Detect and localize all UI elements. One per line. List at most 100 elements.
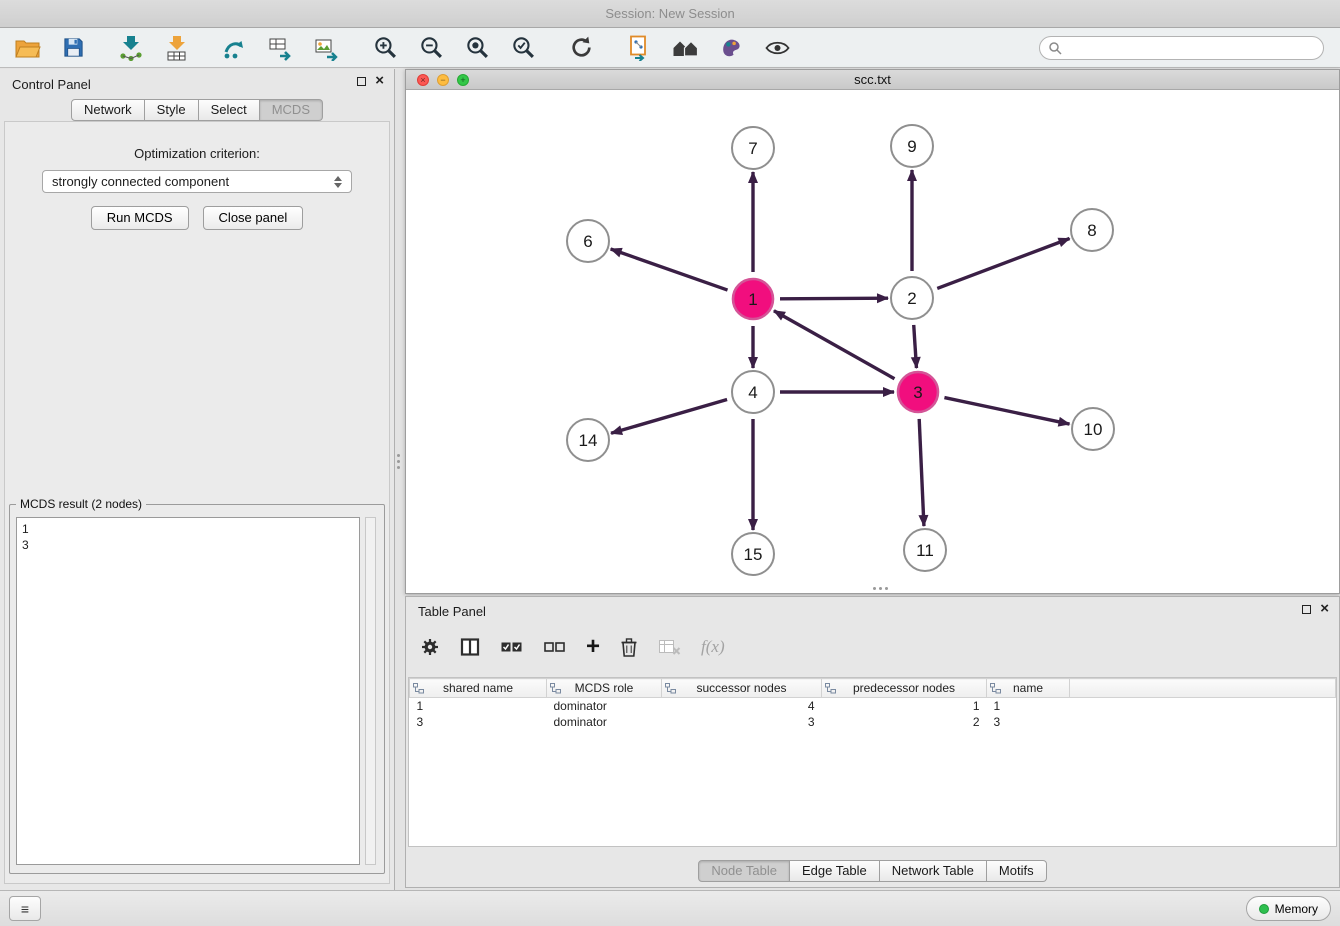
zoom-out-button[interactable] — [414, 32, 448, 64]
import-table-button[interactable] — [160, 32, 194, 64]
tab-network[interactable]: Network — [71, 99, 145, 121]
node-11[interactable]: 11 — [904, 529, 946, 571]
table-row[interactable]: 1dominator411 — [410, 698, 1336, 714]
network-window-titlebar[interactable]: × − + scc.txt — [406, 70, 1339, 90]
edge-3-10[interactable] — [944, 398, 1069, 424]
close-table-panel-icon[interactable]: × — [1320, 604, 1329, 614]
node-8[interactable]: 8 — [1071, 209, 1113, 251]
float-panel-icon[interactable] — [357, 77, 366, 86]
optimization-criterion-select[interactable]: strongly connected component — [42, 170, 352, 193]
table-cell: 3 — [987, 714, 1070, 730]
export-table-icon — [268, 35, 294, 61]
column-header-shared-name[interactable]: shared name — [410, 679, 547, 698]
zoom-in-button[interactable] — [368, 32, 402, 64]
edge-3-1[interactable] — [774, 311, 895, 379]
column-options-icon[interactable] — [825, 683, 836, 697]
column-header-mcds-role[interactable]: MCDS role — [547, 679, 662, 698]
new-network-from-selection-button[interactable] — [218, 32, 252, 64]
column-options-icon[interactable] — [413, 683, 424, 697]
minimize-window-icon[interactable]: − — [437, 74, 449, 86]
column-options-icon[interactable] — [990, 683, 1001, 697]
search-input[interactable] — [1067, 41, 1315, 55]
home-button[interactable] — [668, 32, 702, 64]
node-4[interactable]: 4 — [732, 371, 774, 413]
column-options-icon[interactable] — [550, 683, 561, 697]
edge-4-14[interactable] — [611, 400, 727, 434]
close-window-icon[interactable]: × — [417, 74, 429, 86]
refresh-view-button[interactable] — [564, 32, 598, 64]
node-7[interactable]: 7 — [732, 127, 774, 169]
tab-network-table[interactable]: Network Table — [880, 860, 987, 882]
table-row[interactable]: 3dominator323 — [410, 714, 1336, 730]
delete-row-button[interactable] — [620, 637, 638, 658]
network-window-title: scc.txt — [854, 72, 891, 87]
node-3[interactable]: 3 — [898, 372, 938, 412]
tab-select[interactable]: Select — [199, 99, 260, 121]
edge-2-3[interactable] — [914, 325, 917, 368]
zoom-fit-icon — [465, 35, 490, 60]
node-15[interactable]: 15 — [732, 533, 774, 575]
node-9[interactable]: 9 — [891, 125, 933, 167]
select-all-columns-button[interactable] — [500, 639, 523, 655]
dropdown-arrows-icon — [334, 176, 342, 188]
table-settings-button[interactable] — [420, 637, 440, 657]
mcds-result-list[interactable]: 1 3 — [16, 517, 360, 865]
node-14[interactable]: 14 — [567, 419, 609, 461]
column-header-name[interactable]: name — [987, 679, 1070, 698]
node-table-grid: shared nameMCDS rolesuccessor nodesprede… — [409, 678, 1336, 730]
panel-splitter-grip[interactable] — [397, 454, 400, 457]
tab-motifs[interactable]: Motifs — [987, 860, 1047, 882]
svg-text:8: 8 — [1087, 221, 1096, 240]
edge-1-2[interactable] — [780, 298, 888, 299]
export-image-button[interactable] — [310, 32, 344, 64]
close-panel-button[interactable]: Close panel — [203, 206, 304, 230]
open-session-button[interactable] — [10, 32, 44, 64]
deselect-all-columns-button[interactable] — [543, 639, 566, 655]
close-panel-icon[interactable]: × — [375, 76, 384, 86]
node-10[interactable]: 10 — [1072, 408, 1114, 450]
svg-text:3: 3 — [913, 383, 922, 402]
mcds-result-group: MCDS result (2 nodes) 1 3 — [9, 497, 385, 874]
zoom-in-icon — [373, 35, 398, 60]
refresh-icon — [569, 35, 594, 60]
column-layout-button[interactable] — [460, 637, 480, 657]
table-cell: dominator — [547, 714, 662, 730]
node-2[interactable]: 2 — [891, 277, 933, 319]
add-row-button[interactable]: + — [586, 637, 600, 657]
export-network-button[interactable] — [622, 32, 656, 64]
edge-3-11[interactable] — [919, 419, 924, 526]
tab-edge-table[interactable]: Edge Table — [790, 860, 880, 882]
tab-mcds[interactable]: MCDS — [260, 99, 323, 121]
column-header-predecessor-nodes[interactable]: predecessor nodes — [822, 679, 987, 698]
save-session-button[interactable] — [56, 32, 90, 64]
status-bar: ≡ Memory — [0, 890, 1340, 926]
result-scrollbar[interactable] — [365, 517, 376, 865]
apply-style-button[interactable] — [714, 32, 748, 64]
zoom-fit-button[interactable] — [460, 32, 494, 64]
show-panel-menu-button[interactable]: ≡ — [9, 896, 41, 921]
show-graphics-details-button[interactable] — [760, 32, 794, 64]
window-titlebar[interactable]: Session: New Session — [0, 0, 1340, 28]
column-header-filler — [1070, 679, 1336, 698]
table-cell: 2 — [822, 714, 987, 730]
tab-node-table[interactable]: Node Table — [698, 860, 790, 882]
maximize-window-icon[interactable]: + — [457, 74, 469, 86]
import-network-button[interactable] — [114, 32, 148, 64]
network-canvas[interactable]: 7 9 6 8 1 2 4 3 14 10 15 11 — [406, 90, 1339, 593]
tab-style[interactable]: Style — [145, 99, 199, 121]
memory-button[interactable]: Memory — [1246, 896, 1331, 921]
node-6[interactable]: 6 — [567, 220, 609, 262]
node-1[interactable]: 1 — [733, 279, 773, 319]
column-options-icon[interactable] — [665, 683, 676, 697]
control-panel-tabs: Network Style Select MCDS — [0, 99, 394, 121]
edge-2-8[interactable] — [937, 238, 1069, 288]
column-header-successor-nodes[interactable]: successor nodes — [662, 679, 822, 698]
zoom-out-icon — [419, 35, 444, 60]
edge-1-6[interactable] — [611, 249, 728, 290]
run-mcds-button[interactable]: Run MCDS — [91, 206, 189, 230]
window-resize-grip[interactable] — [873, 587, 876, 590]
zoom-selected-button[interactable] — [506, 32, 540, 64]
export-table-button[interactable] — [264, 32, 298, 64]
gear-icon — [420, 637, 440, 657]
float-table-panel-icon[interactable] — [1302, 605, 1311, 614]
